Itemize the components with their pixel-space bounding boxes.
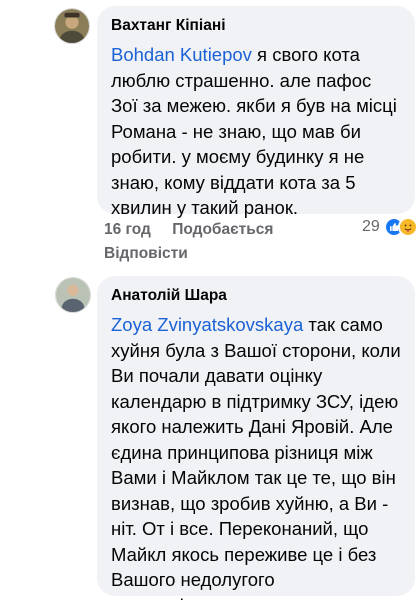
mention-link[interactable]: Bohdan Kutiepov: [111, 44, 252, 65]
comment-bubble: Вахтанг Кіпіані Bohdan Kutiepov я свого …: [97, 6, 415, 218]
comment-actions: 16 год Подобається: [104, 221, 273, 239]
comment-time[interactable]: 16 год: [104, 221, 151, 239]
comment-body: так само хуйня була з Вашої сторони, кол…: [111, 314, 401, 600]
comment-author[interactable]: Анатолій Шара: [111, 286, 401, 306]
avatar-photo-icon: [56, 278, 90, 312]
avatar-photo-icon: [55, 9, 89, 43]
reply-button-row: Відповісти: [104, 245, 188, 263]
comment-author[interactable]: Вахтанг Кіпіані: [111, 16, 401, 36]
reaction-summary[interactable]: 29: [362, 217, 418, 237]
reaction-count: 29: [362, 218, 380, 235]
comment-bubble: Анатолій Шара Zoya Zvinyatskovskaya так …: [97, 276, 415, 600]
comment-text: Zoya Zvinyatskovskaya так само хуйня бул…: [111, 312, 401, 600]
avatar[interactable]: [54, 8, 90, 44]
avatar[interactable]: [55, 277, 91, 313]
like-button[interactable]: Подобається: [172, 221, 273, 239]
care-icon: [397, 217, 418, 237]
comment-text: Bohdan Kutiepov я свого кота люблю страш…: [111, 42, 401, 221]
mention-link[interactable]: Zoya Zvinyatskovskaya: [111, 314, 303, 335]
reply-button[interactable]: Відповісти: [104, 245, 188, 263]
comment-body: я свого кота люблю страшенно. але пафос …: [111, 44, 397, 218]
